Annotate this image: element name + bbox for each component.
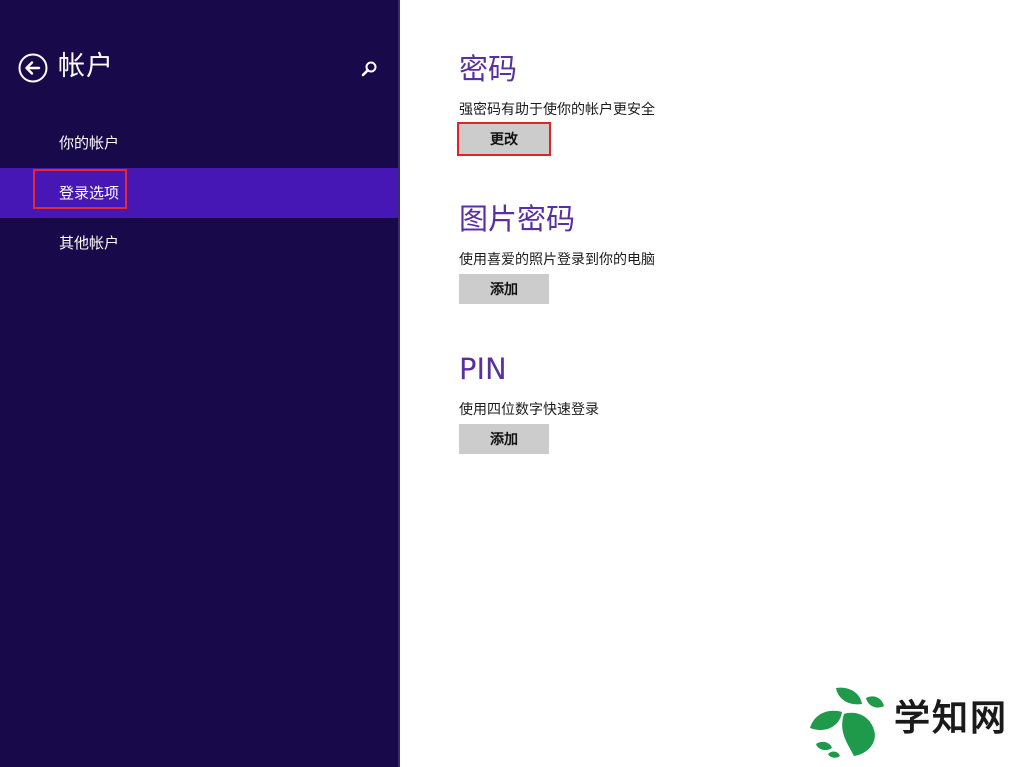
back-arrow-circle-icon <box>18 53 48 83</box>
watermark-text: 学知网 <box>894 697 1009 739</box>
highlight-box <box>33 169 127 209</box>
watermark: 学知网 <box>808 684 1018 760</box>
section-heading: 图片密码 <box>459 202 576 236</box>
sidebar-item-label: 你的帐户 <box>59 134 120 152</box>
section-description: 强密码有助于使你的帐户更安全 <box>459 102 655 118</box>
sidebar-item-your-account[interactable]: 你的帐户 <box>0 118 398 168</box>
search-button[interactable] <box>358 58 380 80</box>
page-title: 帐户 <box>58 51 114 82</box>
main-content: 密码 强密码有助于使你的帐户更安全 更改 图片密码 使用喜爱的照片登录到你的电脑… <box>400 0 1023 767</box>
password-section: 密码 强密码有助于使你的帐户更安全 更改 <box>457 50 655 156</box>
section-heading: 密码 <box>459 52 518 86</box>
pin-section: PIN 使用四位数字快速登录 添加 <box>459 350 599 454</box>
sidebar-nav: 你的帐户 登录选项 其他帐户 <box>0 118 398 268</box>
picture-password-section: 图片密码 使用喜爱的照片登录到你的电脑 添加 <box>459 200 655 304</box>
sidebar: 帐户 你的帐户 登录选项 其他帐户 <box>0 0 398 767</box>
search-icon <box>361 61 377 77</box>
section-heading: PIN <box>459 352 507 386</box>
sidebar-item-label: 其他帐户 <box>59 234 120 252</box>
back-button[interactable] <box>18 53 48 83</box>
section-description: 使用四位数字快速登录 <box>459 402 599 418</box>
sidebar-item-sign-in-options[interactable]: 登录选项 <box>0 168 398 218</box>
leaf-logo-icon <box>810 687 884 758</box>
add-pin-button[interactable]: 添加 <box>459 424 549 454</box>
add-picture-password-button[interactable]: 添加 <box>459 274 549 304</box>
section-description: 使用喜爱的照片登录到你的电脑 <box>459 252 655 268</box>
sidebar-item-other-accounts[interactable]: 其他帐户 <box>0 218 398 268</box>
change-password-button[interactable]: 更改 <box>457 122 551 156</box>
